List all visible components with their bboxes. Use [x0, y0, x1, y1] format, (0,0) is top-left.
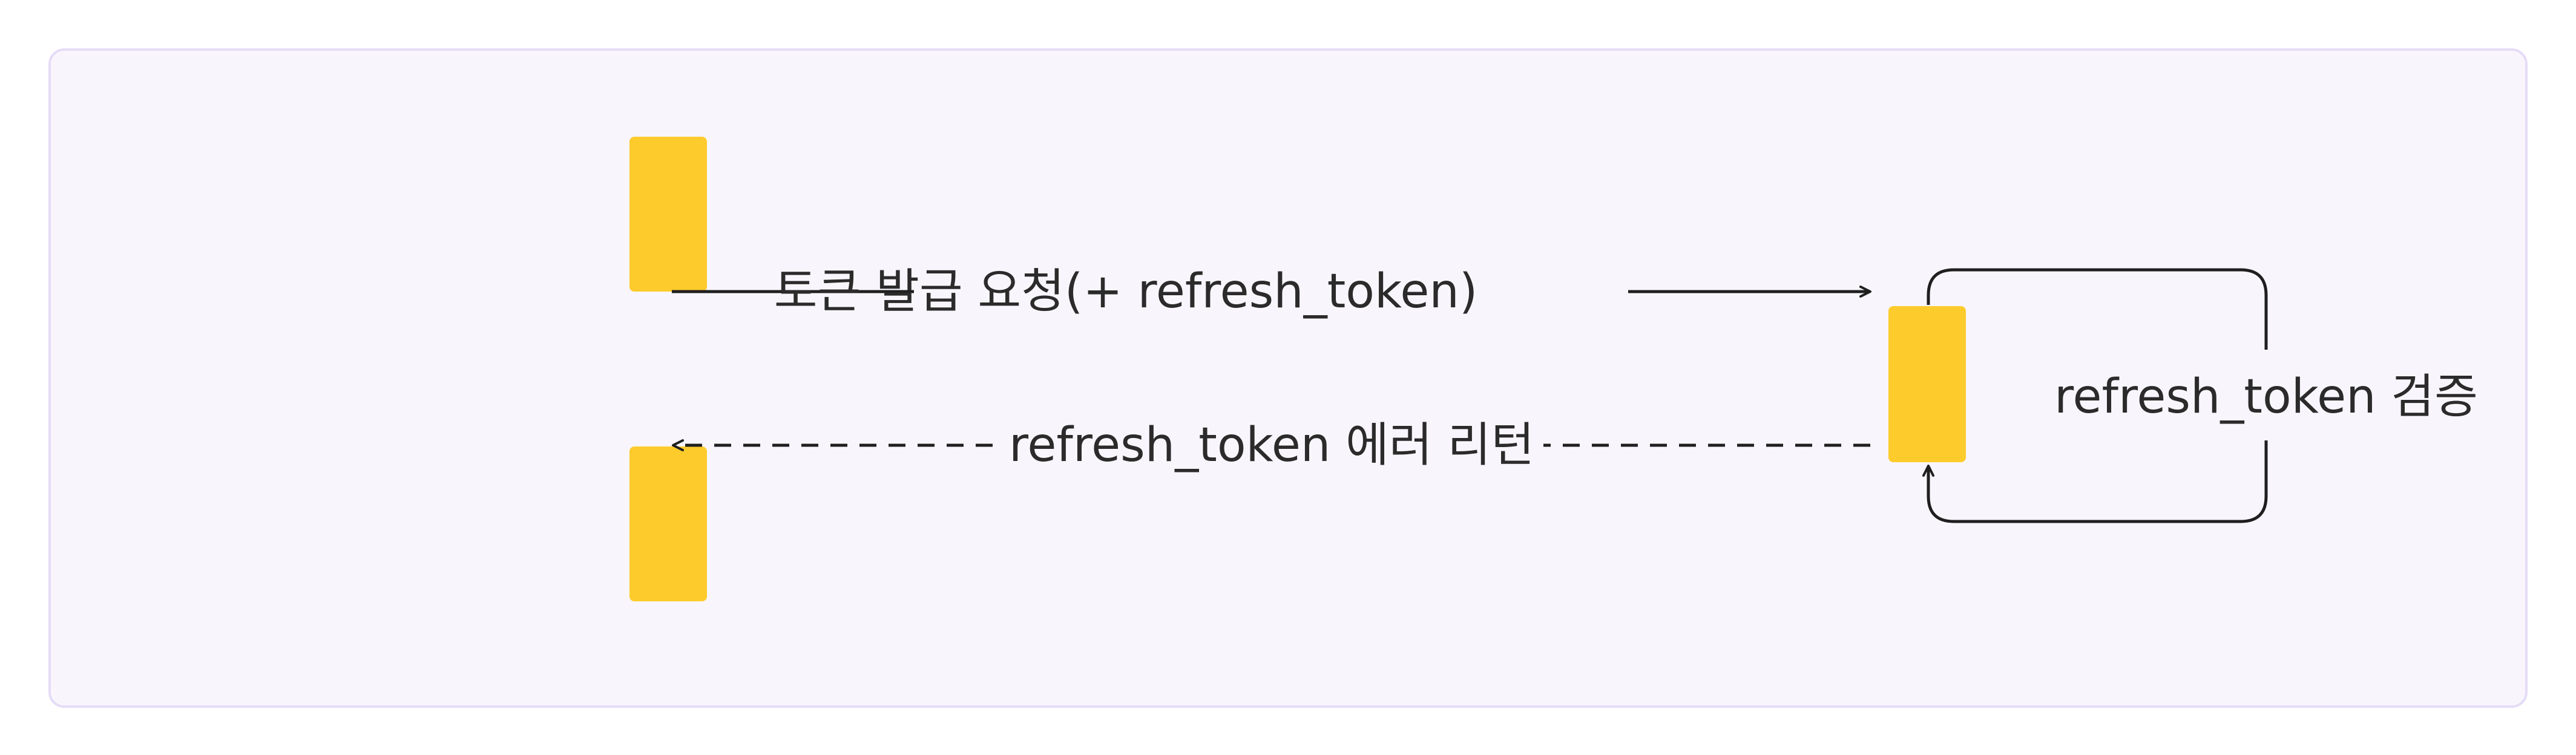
diagram-canvas: 토큰 발급 요청(+ refresh_token) refresh_token …	[48, 48, 2528, 708]
client-activation-bottom	[629, 446, 707, 601]
server-activation	[1888, 306, 1966, 462]
request-label: 토큰 발급 요청(+ refresh_token)	[774, 264, 1478, 319]
error-return-label: refresh_token 에러 리턴	[1009, 418, 1534, 472]
sequence-diagram: 토큰 발급 요청(+ refresh_token) refresh_token …	[0, 0, 2576, 755]
self-check-label: refresh_token 검증	[2054, 370, 2478, 424]
client-activation-top	[629, 137, 707, 292]
